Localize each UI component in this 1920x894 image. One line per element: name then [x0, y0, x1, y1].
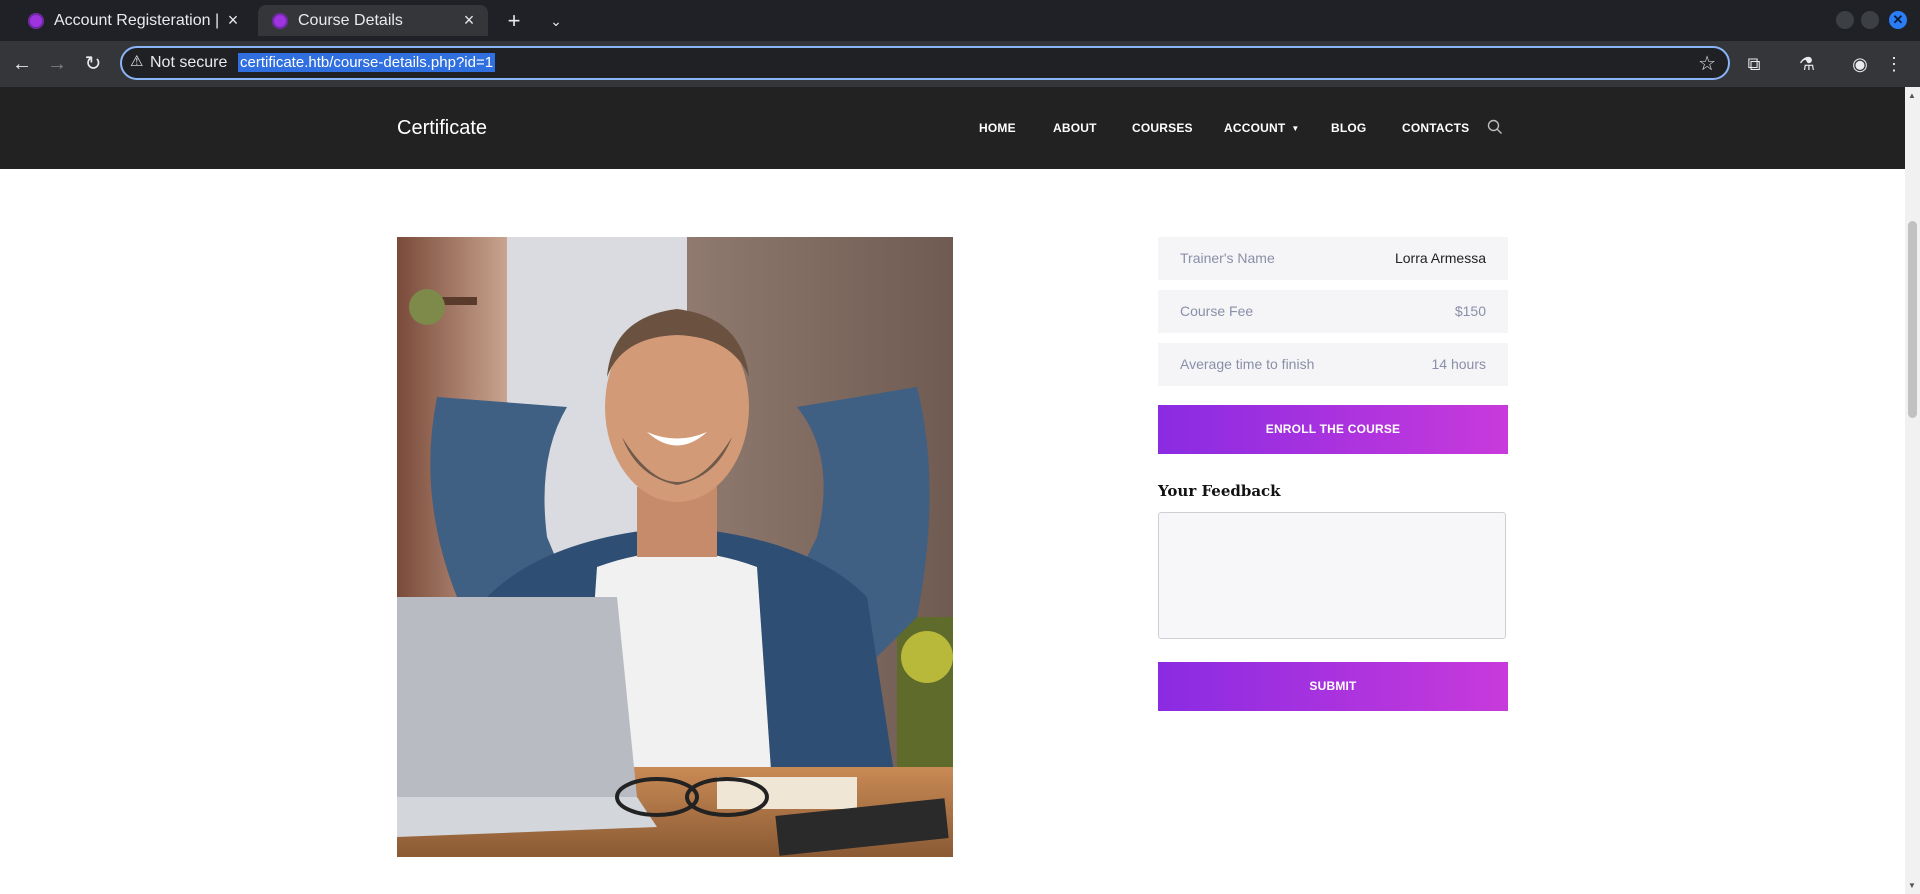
tab-account-registration[interactable]: Account Registeration | C × [14, 5, 252, 36]
tab-title: Course Details [298, 11, 403, 29]
caret-down-icon: ▼ [1291, 124, 1300, 134]
avg-time-value: 14 hours [1431, 356, 1486, 372]
new-tab-plus-icon[interactable]: + [500, 7, 528, 35]
warning-triangle-icon[interactable]: ⚠ [130, 52, 143, 70]
nav-about[interactable]: ABOUT [1053, 121, 1097, 135]
bookmark-star-icon[interactable]: ☆ [1698, 51, 1716, 76]
close-window-icon[interactable]: ✕ [1889, 11, 1907, 29]
feedback-heading: Your Feedback [1158, 482, 1281, 500]
maximize-window-icon[interactable] [1861, 11, 1879, 29]
minimize-window-icon[interactable] [1836, 11, 1854, 29]
feedback-textarea[interactable] [1158, 512, 1506, 639]
tab-list-chevron-down-icon[interactable]: ⌄ [542, 7, 570, 35]
avg-time-label: Average time to finish [1180, 356, 1315, 372]
trainer-value: Lorra Armessa [1394, 250, 1486, 266]
reload-icon[interactable]: ↻ [79, 50, 107, 78]
nav-account-label: ACCOUNT [1224, 121, 1286, 135]
trainer-label: Trainer's Name [1180, 250, 1275, 266]
tab-close-icon[interactable]: × [222, 10, 244, 31]
nav-blog[interactable]: BLOG [1331, 121, 1366, 135]
browser-tab-bar: Account Registeration | C × Course Detai… [0, 0, 1920, 41]
search-icon[interactable] [1486, 118, 1504, 136]
course-fee-value: $150 [1454, 303, 1486, 319]
enroll-course-button[interactable]: ENROLL THE COURSE [1158, 405, 1508, 454]
profile-avatar-icon[interactable]: ◉ [1846, 50, 1874, 78]
tab-close-icon[interactable]: × [458, 10, 480, 31]
security-status-label[interactable]: Not secure [150, 54, 227, 72]
address-bar[interactable]: ⚠ Not secure certificate.htb/course-deta… [120, 46, 1730, 80]
site-logo[interactable]: Certificate [397, 117, 487, 140]
tab-course-details[interactable]: Course Details × [258, 5, 488, 36]
browser-toolbar: ← → ↻ ⚠ Not secure certificate.htb/cours… [0, 41, 1920, 87]
nav-contacts[interactable]: CONTACTS [1402, 121, 1469, 135]
site-header: Certificate HOME ABOUT COURSES ACCOUNT ▼ … [0, 87, 1905, 169]
back-arrow-icon[interactable]: ← [8, 50, 36, 78]
url-text[interactable]: certificate.htb/course-details.php?id=1 [238, 53, 496, 72]
browser-menu-icon[interactable]: ⋮ [1880, 50, 1908, 78]
extensions-puzzle-icon[interactable]: ⧉ [1740, 50, 1768, 78]
page-viewport: Certificate HOME ABOUT COURSES ACCOUNT ▼ … [0, 87, 1905, 894]
site-favicon-icon [28, 12, 44, 29]
avg-time-row: Average time to finish 14 hours [1158, 343, 1508, 386]
nav-courses[interactable]: COURSES [1132, 121, 1193, 135]
scrollbar-thumb[interactable] [1908, 221, 1917, 418]
course-image [397, 237, 953, 857]
course-fee-label: Course Fee [1180, 303, 1254, 319]
scroll-up-arrow-icon[interactable]: ▲ [1908, 91, 1916, 100]
page-scrollbar[interactable]: ▲ ▼ [1905, 87, 1920, 894]
site-favicon-icon [272, 12, 288, 29]
submit-feedback-button[interactable]: SUBMIT [1158, 662, 1508, 711]
nav-account[interactable]: ACCOUNT ▼ [1224, 121, 1300, 135]
forward-arrow-icon[interactable]: → [43, 50, 71, 78]
labs-flask-icon[interactable]: ⚗ [1793, 50, 1821, 78]
scroll-down-arrow-icon[interactable]: ▼ [1908, 881, 1916, 890]
trainer-row: Trainer's Name Lorra Armessa [1158, 237, 1508, 280]
tab-title: Account Registeration | C [54, 11, 222, 29]
nav-home[interactable]: HOME [979, 121, 1016, 135]
course-fee-row: Course Fee $150 [1158, 290, 1508, 333]
